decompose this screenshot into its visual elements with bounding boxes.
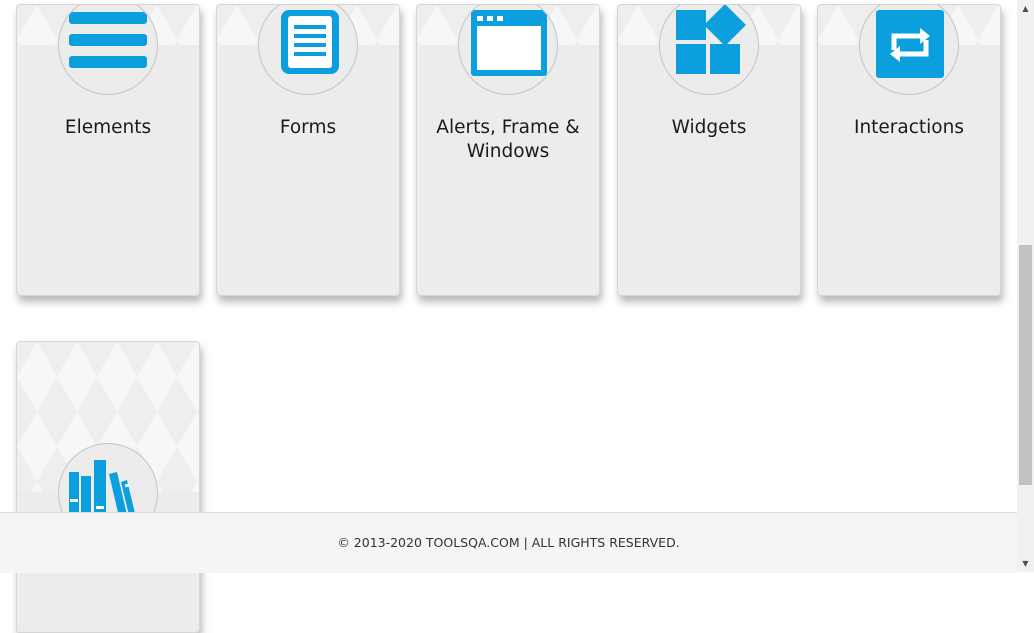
document-form-icon	[258, 5, 358, 95]
card-title: Forms	[279, 117, 337, 138]
card-alerts-frame-windows[interactable]: Alerts, Frame & Windows	[416, 4, 600, 296]
card-interactions[interactable]: Interactions	[817, 4, 1001, 296]
card-elements[interactable]: Elements	[16, 4, 200, 296]
card-forms[interactable]: Forms	[216, 4, 400, 296]
scroll-down-icon[interactable]: ▼	[1017, 555, 1034, 572]
page-footer: © 2013-2020 TOOLSQA.COM | ALL RIGHTS RES…	[0, 512, 1017, 573]
card-title: Interactions	[853, 117, 964, 138]
vertical-scrollbar[interactable]: ▲ ▼	[1017, 0, 1034, 572]
footer-copyright: © 2013-2020 TOOLSQA.COM | ALL RIGHTS RES…	[337, 535, 680, 550]
scrollbar-thumb[interactable]	[1019, 245, 1032, 485]
card-title: Widgets	[671, 117, 747, 138]
browser-window-icon	[458, 5, 558, 95]
scroll-up-icon[interactable]: ▲	[1017, 0, 1034, 17]
widgets-blocks-icon	[659, 5, 759, 95]
card-book-store[interactable]	[16, 341, 200, 633]
card-title: Elements	[64, 117, 152, 138]
hamburger-list-icon	[58, 5, 158, 95]
repeat-arrows-icon	[859, 5, 959, 95]
card-widgets[interactable]: Widgets	[617, 4, 801, 296]
card-title: Alerts, Frame & Windows	[436, 117, 580, 162]
